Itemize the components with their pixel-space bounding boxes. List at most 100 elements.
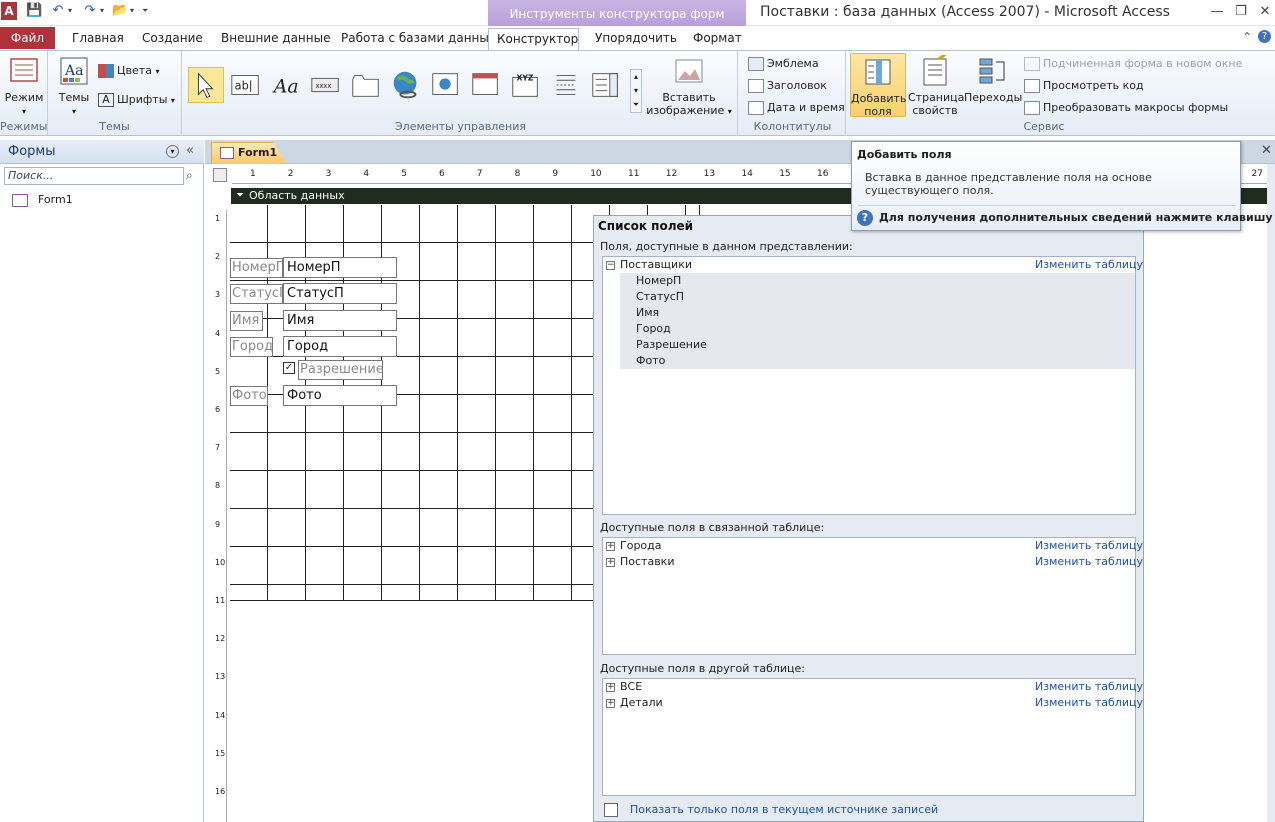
- tooltip-help-text: Для получения дополнительных сведений на…: [879, 211, 1275, 224]
- edit-table-link[interactable]: Изменить таблицу: [1035, 696, 1143, 709]
- field-list-item[interactable]: Фото: [620, 353, 1135, 369]
- close-document-icon[interactable]: ✕: [1261, 143, 1272, 158]
- table-goroda[interactable]: Города: [620, 538, 662, 554]
- edit-table-link[interactable]: Изменить таблицу: [1035, 555, 1143, 568]
- date-time-button[interactable]: Дата и время: [748, 98, 845, 118]
- subform-new-window-button[interactable]: Подчиненная форма в новом окне: [1024, 54, 1242, 74]
- access-app-icon[interactable]: A: [1, 2, 17, 20]
- ruler-tick-label: 4: [363, 169, 370, 179]
- textbox-control-icon[interactable]: ab|: [228, 67, 264, 103]
- show-current-source-link[interactable]: Показать только поля в текущем источнике…: [630, 803, 938, 816]
- page-break-control-icon[interactable]: [548, 67, 584, 103]
- table-detali[interactable]: Детали: [620, 695, 663, 711]
- nav-dropdown-icon[interactable]: ▾: [166, 145, 179, 158]
- field-gorod[interactable]: Город: [283, 336, 397, 357]
- tab-external-data[interactable]: Внешние данные: [221, 28, 330, 50]
- option-group-control-icon[interactable]: XYZ: [508, 67, 544, 103]
- label-nomerp[interactable]: НомерП: [230, 258, 283, 278]
- label-razreshenie[interactable]: Разрешение: [298, 360, 383, 380]
- minimize-button[interactable]: —: [1206, 2, 1228, 22]
- customize-qat-icon[interactable]: ⏷: [142, 3, 150, 19]
- close-button[interactable]: ✕: [1254, 2, 1275, 22]
- tab-create[interactable]: Создание: [142, 28, 203, 50]
- form-selector[interactable]: [213, 168, 227, 182]
- field-imya[interactable]: Имя: [283, 310, 397, 331]
- edit-table-link[interactable]: Изменить таблицу: [1035, 258, 1143, 271]
- expand-icon[interactable]: +: [606, 683, 615, 692]
- tab-database-tools[interactable]: Работа с базами данных: [341, 28, 496, 50]
- restore-button[interactable]: ❐: [1230, 2, 1252, 22]
- colors-icon: [98, 64, 114, 78]
- title-button[interactable]: Заголовок: [748, 76, 827, 96]
- checkbox-razreshenie[interactable]: ✓: [283, 362, 295, 374]
- field-list-item[interactable]: Имя: [620, 305, 1135, 321]
- field-foto[interactable]: Фото: [283, 385, 397, 406]
- hyperlink-control-icon[interactable]: [388, 67, 424, 103]
- field-list-item[interactable]: СтатусП: [620, 289, 1135, 305]
- add-fields-button[interactable]: Добавить поля: [850, 53, 906, 118]
- label-control-icon[interactable]: Aa: [268, 67, 304, 103]
- logo-button[interactable]: Эмблема: [748, 54, 819, 74]
- controls-gallery-scroll[interactable]: ▴ ▾ ⏷: [630, 69, 642, 113]
- field-list-item[interactable]: НомерП: [620, 273, 1135, 289]
- navigation-control-icon[interactable]: [468, 67, 504, 103]
- show-current-source-icon[interactable]: [604, 803, 618, 817]
- expand-icon[interactable]: +: [606, 558, 615, 567]
- tab-design[interactable]: Конструктор: [488, 28, 579, 50]
- tab-format[interactable]: Формат: [693, 28, 742, 50]
- open-folder-icon[interactable]: 📂: [112, 3, 128, 19]
- edit-table-link[interactable]: Изменить таблицу: [1035, 680, 1143, 693]
- open-dropdown-icon[interactable]: ▾: [130, 3, 138, 19]
- web-browser-control-icon[interactable]: [428, 67, 464, 103]
- colors-label: Цвета: [117, 64, 152, 77]
- collapse-icon[interactable]: −: [606, 261, 615, 270]
- themes-button[interactable]: Aa Темы ▾: [56, 55, 92, 118]
- table-postavshchiki[interactable]: Поставщики: [620, 257, 692, 273]
- tab-arrange[interactable]: Упорядочить: [595, 28, 677, 50]
- colors-button[interactable]: Цвета ▾: [98, 61, 159, 81]
- redo-dropdown-icon[interactable]: ▾: [100, 3, 108, 19]
- expand-icon[interactable]: +: [606, 542, 615, 551]
- save-icon[interactable]: 💾: [26, 3, 42, 19]
- svg-text:Aa: Aa: [64, 63, 83, 79]
- view-button[interactable]: Режим ▾: [4, 55, 44, 118]
- tab-home[interactable]: Главная: [72, 28, 124, 50]
- button-control-icon[interactable]: xxxx: [308, 67, 344, 103]
- label-statusp[interactable]: СтатусП: [230, 284, 283, 304]
- tab-file[interactable]: Файл: [0, 27, 55, 49]
- insert-image-button[interactable]: Вставить изображение ▾: [646, 55, 732, 118]
- field-list-item[interactable]: Город: [620, 321, 1135, 337]
- combo-box-control-icon[interactable]: [588, 67, 624, 103]
- select-pointer-icon[interactable]: [188, 67, 224, 103]
- tab-order-button[interactable]: Переходы: [964, 55, 1022, 104]
- view-code-button[interactable]: Просмотреть код: [1024, 76, 1144, 96]
- expand-icon[interactable]: +: [606, 699, 615, 708]
- vertical-scrollbar[interactable]: [1267, 164, 1275, 822]
- doc-tab-form1[interactable]: Form1: [211, 142, 287, 164]
- fonts-button[interactable]: A Шрифты ▾: [98, 90, 175, 110]
- undo-icon[interactable]: ↶: [50, 3, 66, 19]
- label-imya[interactable]: Имя: [230, 311, 263, 331]
- help-icon[interactable]: ?: [1258, 30, 1271, 43]
- field-nomerp[interactable]: НомерП: [283, 257, 397, 278]
- field-list-item[interactable]: Разрешение: [620, 337, 1135, 353]
- table-vse[interactable]: ВСЕ: [620, 679, 642, 695]
- field-statusp[interactable]: СтатусП: [283, 283, 397, 304]
- minimize-ribbon-icon[interactable]: ⌃: [1242, 30, 1252, 44]
- nav-item-form1[interactable]: Form1: [12, 193, 73, 209]
- tab-control-icon[interactable]: [348, 67, 384, 103]
- property-sheet-icon: [923, 55, 947, 86]
- nav-search-input[interactable]: Поиск...: [4, 167, 184, 185]
- redo-icon[interactable]: ↷: [82, 3, 98, 19]
- table-postavki[interactable]: Поставки: [620, 554, 674, 570]
- label-foto[interactable]: Фото: [230, 386, 268, 406]
- edit-table-link[interactable]: Изменить таблицу: [1035, 539, 1143, 552]
- property-sheet-button[interactable]: Страница свойств: [908, 55, 964, 117]
- nav-header[interactable]: Формы ▾ «: [0, 140, 204, 164]
- ruler-tick-label: 7: [215, 443, 221, 453]
- search-icon[interactable]: ⌕: [186, 168, 193, 183]
- nav-collapse-icon[interactable]: «: [186, 143, 194, 158]
- undo-dropdown-icon[interactable]: ▾: [68, 3, 76, 19]
- convert-macros-button[interactable]: Преобразовать макросы формы: [1024, 98, 1228, 118]
- label-gorod[interactable]: Город: [230, 337, 273, 357]
